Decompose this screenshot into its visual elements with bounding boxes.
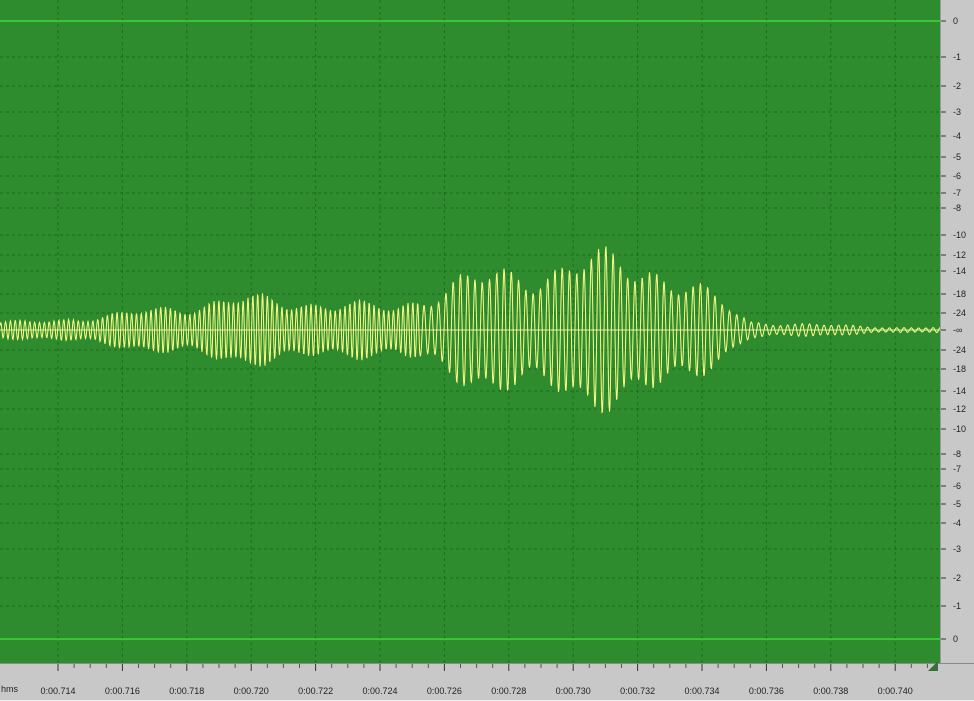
amplitude-tick-label: -6 bbox=[953, 171, 961, 181]
waveform-display[interactable] bbox=[0, 0, 940, 663]
amplitude-tick-label: -6 bbox=[953, 481, 961, 491]
amplitude-tick-label: -2 bbox=[953, 81, 961, 91]
time-ruler[interactable]: 0:00.714 0:00.716 0:00.718 0:00.720 0:00.722… bbox=[0, 663, 974, 700]
time-tick-label: 0:00.732 bbox=[620, 686, 655, 696]
amplitude-tick-label: -3 bbox=[953, 107, 961, 117]
time-tick-label: 0:00.720 bbox=[234, 686, 269, 696]
amplitude-tick-label: -24 bbox=[953, 308, 966, 318]
time-tick-label: 0:00.716 bbox=[105, 686, 140, 696]
amplitude-tick-label: -7 bbox=[953, 188, 961, 198]
amplitude-tick-label: -12 bbox=[953, 250, 966, 260]
amplitude-tick-label: -3 bbox=[953, 544, 961, 554]
time-tick-label: 0:00.718 bbox=[169, 686, 204, 696]
time-tick-label: 0:00.734 bbox=[684, 686, 719, 696]
amplitude-tick-label: -8 bbox=[953, 203, 961, 213]
amplitude-tick-label: -2 bbox=[953, 573, 961, 583]
amplitude-tick-label: -8 bbox=[953, 449, 961, 459]
amplitude-tick-label: -24 bbox=[953, 345, 966, 355]
amplitude-tick-label: -7 bbox=[953, 464, 961, 474]
time-tick-label: 0:00.722 bbox=[298, 686, 333, 696]
time-tick-label: 0:00.730 bbox=[556, 686, 591, 696]
amplitude-tick-label: -12 bbox=[953, 404, 966, 414]
resize-handle-icon[interactable] bbox=[928, 661, 938, 671]
amplitude-tick-label: -18 bbox=[953, 364, 966, 374]
amplitude-tick-label: -1 bbox=[953, 52, 961, 62]
amplitude-tick-label: -10 bbox=[953, 424, 966, 434]
amplitude-tick-label: -4 bbox=[953, 131, 961, 141]
amplitude-tick-label: -4 bbox=[953, 518, 961, 528]
time-tick-label: 0:00.740 bbox=[878, 686, 913, 696]
amplitude-tick-label: -18 bbox=[953, 289, 966, 299]
time-tick-label: 0:00.714 bbox=[40, 686, 75, 696]
amplitude-tick-label: -14 bbox=[953, 266, 966, 276]
time-tick-label: 0:00.728 bbox=[491, 686, 526, 696]
waveform-editor: 0 -1 -2 -3 -4 -5 -6 -7 -8 -10 -12 -14 -18 -24 -∞ -24 -18… bbox=[0, 0, 974, 700]
amplitude-tick-label: -10 bbox=[953, 230, 966, 240]
amplitude-tick-label: -1 bbox=[953, 601, 961, 611]
amplitude-tick-label: 0 bbox=[953, 634, 958, 644]
time-tick-label: 0:00.724 bbox=[362, 686, 397, 696]
time-tick-label: 0:00.736 bbox=[749, 686, 784, 696]
amplitude-tick-label: 0 bbox=[953, 16, 958, 26]
amplitude-tick-label: -14 bbox=[953, 386, 966, 396]
amplitude-ruler[interactable]: 0 -1 -2 -3 -4 -5 -6 -7 -8 -10 -12 -14 -18 -24 -∞ -24 -18… bbox=[940, 0, 974, 663]
amplitude-tick-label: -5 bbox=[953, 499, 961, 509]
amplitude-tick-label: -5 bbox=[953, 152, 961, 162]
time-unit-label: hms bbox=[1, 684, 19, 694]
time-tick-label: 0:00.726 bbox=[427, 686, 462, 696]
time-tick-label: 0:00.738 bbox=[813, 686, 848, 696]
amplitude-tick-label: -∞ bbox=[953, 325, 962, 335]
